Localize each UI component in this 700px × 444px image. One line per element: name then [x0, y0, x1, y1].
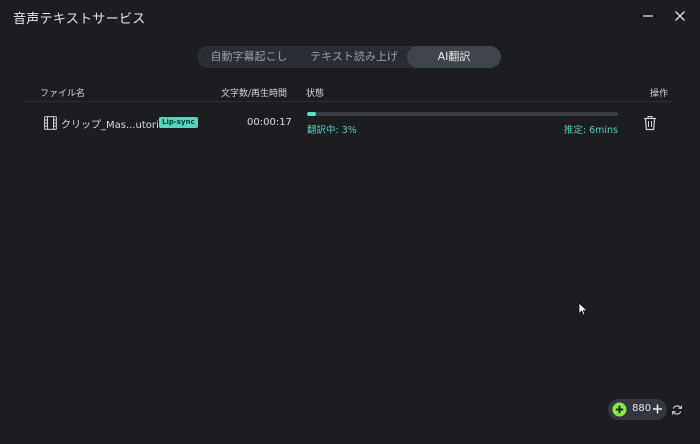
- estimated-time: 推定: 6mins: [563, 125, 618, 136]
- column-header-actions: 操作: [650, 89, 669, 99]
- credit-count: 880: [632, 403, 652, 414]
- plus-icon: [653, 404, 662, 414]
- titlebar: 音声テキストサービス: [0, 0, 700, 32]
- column-header-file: ファイル名: [40, 89, 86, 99]
- close-button[interactable]: [670, 6, 690, 26]
- minimize-icon: [643, 15, 653, 17]
- header-divider: [22, 101, 674, 102]
- table-header: ファイル名 文字数/再生時間 状態 操作: [22, 84, 674, 100]
- film-icon: [44, 116, 57, 130]
- mouse-cursor-icon: [578, 302, 588, 316]
- duration-value: 00:00:17: [247, 117, 292, 128]
- trash-icon[interactable]: [643, 115, 657, 131]
- window-title: 音声テキストサービス: [13, 12, 146, 27]
- lip-sync-badge: Lip-sync: [159, 117, 198, 128]
- progress-status-text: 翻訳中: 3%: [307, 125, 357, 136]
- file-name: クリップ_Mas...utorial!: [61, 120, 172, 131]
- progress-bar-fill: [307, 112, 317, 116]
- progress-bar: [307, 112, 618, 116]
- refresh-icon[interactable]: [671, 404, 683, 416]
- minimize-button[interactable]: [638, 6, 658, 26]
- voice-text-service-window: 音声テキストサービス 自動字幕起こし テキスト読み上げ AI翻訳 ファイル名 文…: [0, 0, 700, 444]
- table-row: クリップ_Mas...utorial! Lip-sync 00:00:17 翻訳…: [22, 106, 674, 142]
- column-header-duration: 文字数/再生時間: [221, 89, 288, 99]
- credits-button[interactable]: 880: [608, 399, 667, 420]
- tab-text-to-speech[interactable]: テキスト読み上げ: [301, 46, 407, 68]
- mode-tabs: 自動字幕起こし テキスト読み上げ AI翻訳: [197, 46, 501, 68]
- tab-auto-subtitles[interactable]: 自動字幕起こし: [197, 46, 301, 68]
- plus-coin-icon: [612, 402, 627, 417]
- close-icon: [675, 11, 685, 21]
- tab-ai-translation[interactable]: AI翻訳: [407, 46, 501, 68]
- column-header-status: 状態: [306, 89, 325, 99]
